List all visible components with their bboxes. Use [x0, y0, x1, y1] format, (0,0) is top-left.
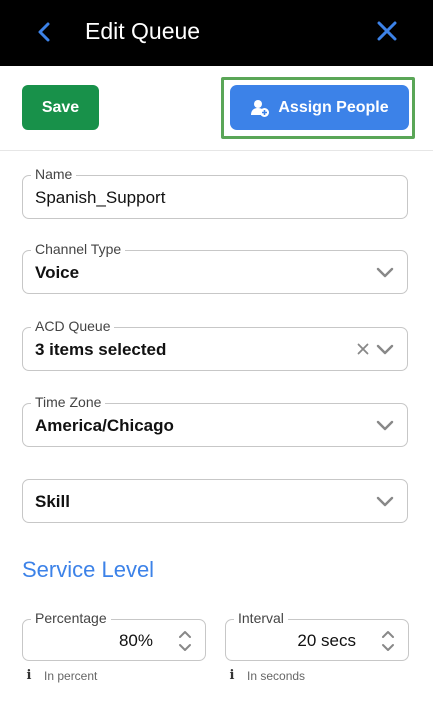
channel-type-label: Channel Type: [31, 241, 126, 257]
interval-input[interactable]: Interval 20 secs: [225, 610, 409, 661]
stepper-icon[interactable]: [177, 627, 193, 655]
info-icon: i: [229, 668, 235, 683]
stepper-icon[interactable]: [380, 627, 396, 655]
percentage-label: Percentage: [31, 610, 111, 626]
info-icon: i: [26, 668, 32, 683]
time-zone-select[interactable]: Time Zone America/Chicago: [22, 394, 408, 447]
interval-label: Interval: [234, 610, 288, 626]
page-title: Edit Queue: [85, 18, 201, 44]
skill-select[interactable]: Skill: [22, 479, 408, 523]
interval-value: 20 secs: [297, 631, 356, 650]
chevron-down-icon[interactable]: [375, 342, 395, 356]
interval-hint-text: In seconds: [247, 668, 306, 683]
save-button[interactable]: Save: [22, 85, 99, 130]
chevron-down-icon[interactable]: [375, 494, 395, 508]
percentage-value: 80%: [118, 631, 153, 650]
header-bar: Edit Queue: [0, 0, 433, 66]
time-zone-label: Time Zone: [31, 394, 106, 410]
acd-queue-select[interactable]: ACD Queue 3 items selected: [22, 318, 408, 371]
name-label: Name: [31, 166, 77, 182]
close-icon[interactable]: [376, 20, 398, 42]
interval-hint: i In seconds: [225, 668, 306, 683]
name-value: Spanish_Support: [35, 188, 166, 207]
name-field[interactable]: Name Spanish_Support: [22, 166, 408, 219]
user-add-icon: [251, 99, 270, 117]
acd-queue-value: 3 items selected: [35, 340, 167, 359]
percentage-input[interactable]: Percentage 80%: [22, 610, 206, 661]
time-zone-value: America/Chicago: [35, 416, 174, 435]
service-level-heading: Service Level: [22, 557, 155, 582]
percentage-hint: i In percent: [22, 668, 98, 683]
channel-type-value: Voice: [35, 263, 80, 282]
skill-value: Skill: [35, 492, 70, 511]
chevron-left-icon[interactable]: [34, 20, 54, 44]
percentage-hint-text: In percent: [44, 668, 98, 683]
channel-type-select[interactable]: Channel Type Voice: [22, 241, 408, 294]
acd-queue-label: ACD Queue: [31, 318, 115, 334]
assign-people-label: Assign People: [278, 98, 389, 116]
chevron-down-icon[interactable]: [375, 265, 395, 279]
chevron-down-icon[interactable]: [375, 418, 395, 432]
divider: [0, 150, 433, 151]
save-button-label: Save: [41, 98, 80, 116]
clear-icon[interactable]: [357, 343, 369, 355]
assign-people-button[interactable]: Assign People: [230, 85, 409, 130]
